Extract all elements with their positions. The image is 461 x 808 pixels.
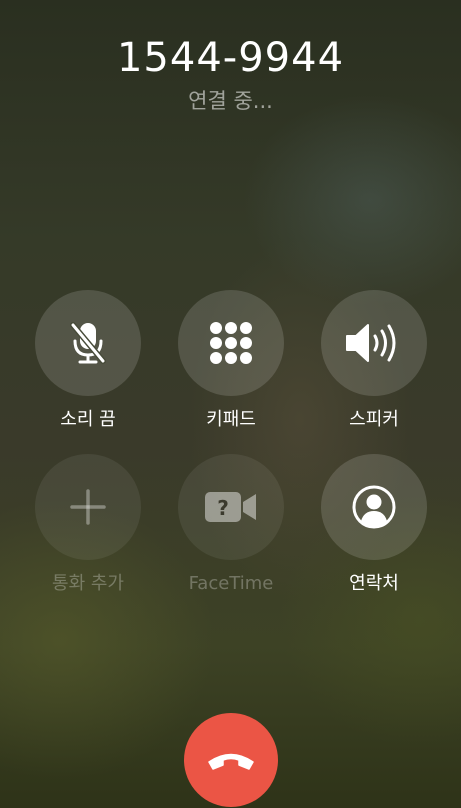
- contacts-control: 연락처: [321, 454, 427, 596]
- phone-number: 1544-9944: [116, 35, 345, 81]
- contacts-label: 연락처: [349, 573, 399, 594]
- contact-icon: [352, 485, 396, 529]
- facetime-control: ? FaceTime: [178, 454, 284, 596]
- mute-control: 소리 끔: [35, 290, 141, 432]
- add-call-control: 통화 추가: [35, 454, 141, 596]
- mic-off-icon: [70, 322, 106, 364]
- call-status: 연결 중...: [188, 89, 273, 113]
- contacts-button[interactable]: [321, 454, 427, 560]
- speaker-control: 스피커: [321, 290, 427, 432]
- svg-text:?: ?: [217, 496, 229, 520]
- end-call-button[interactable]: [184, 713, 278, 807]
- keypad-label: 키패드: [206, 409, 256, 430]
- speaker-label: 스피커: [349, 409, 399, 430]
- keypad-icon: [210, 322, 252, 364]
- speaker-icon: [346, 324, 396, 362]
- plus-icon: [70, 489, 106, 525]
- facetime-label: FaceTime: [188, 573, 274, 594]
- keypad-control: 키패드: [178, 290, 284, 432]
- speaker-button[interactable]: [321, 290, 427, 396]
- add-call-button[interactable]: [35, 454, 141, 560]
- keypad-button[interactable]: [178, 290, 284, 396]
- hang-up-icon: [208, 753, 254, 770]
- mute-button[interactable]: [35, 290, 141, 396]
- add-call-label: 통화 추가: [52, 573, 124, 594]
- facetime-button[interactable]: ?: [178, 454, 284, 560]
- call-header: 1544-9944 연결 중...: [0, 34, 461, 116]
- mute-label: 소리 끔: [60, 409, 116, 430]
- facetime-icon: ?: [205, 492, 256, 522]
